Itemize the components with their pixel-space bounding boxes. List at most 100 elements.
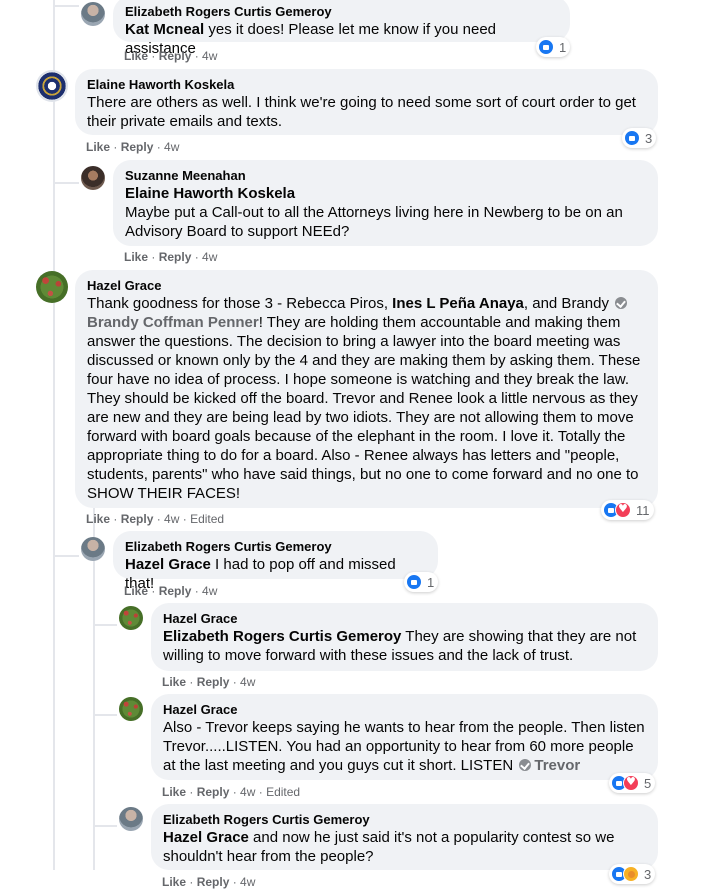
comment-text-body: Maybe put a Call-out to all the Attorney… <box>125 204 623 240</box>
love-reaction-icon <box>615 502 631 518</box>
like-action[interactable]: Like <box>124 250 148 264</box>
comment-bubble: Elizabeth Rogers Curtis Gemeroy Hazel Gr… <box>151 804 658 870</box>
thread-line <box>53 0 55 870</box>
thread-connector <box>53 5 79 7</box>
comment-author[interactable]: Elizabeth Rogers Curtis Gemeroy <box>125 4 558 20</box>
comment-timestamp[interactable]: 4w <box>240 875 255 889</box>
comment-timestamp[interactable]: 4w <box>240 675 255 689</box>
reply-action[interactable]: Reply <box>197 875 230 889</box>
comment-actions: Like · Reply · 4w <box>124 250 218 264</box>
thread-connector <box>93 624 117 626</box>
like-reaction-icon <box>538 39 554 55</box>
avatar[interactable] <box>81 166 105 190</box>
like-action[interactable]: Like <box>162 875 186 889</box>
like-action[interactable]: Like <box>124 584 148 598</box>
mention-link[interactable]: Brandy Coffman Penner <box>87 314 259 331</box>
avatar[interactable] <box>81 2 105 26</box>
like-action[interactable]: Like <box>162 785 186 799</box>
avatar[interactable] <box>81 537 105 561</box>
comment-author[interactable]: Elizabeth Rogers Curtis Gemeroy <box>125 539 426 555</box>
reaction-count: 11 <box>636 502 650 518</box>
reply-action[interactable]: Reply <box>121 140 154 154</box>
comment-text: Also - Trevor keeps saying he wants to h… <box>163 718 646 775</box>
love-reaction-icon <box>623 775 639 791</box>
comment-text: Elizabeth Rogers Curtis Gemeroy They are… <box>163 627 646 665</box>
avatar[interactable] <box>119 807 143 831</box>
reply-action[interactable]: Reply <box>197 675 230 689</box>
comment-bubble: Hazel Grace Thank goodness for those 3 -… <box>75 270 658 508</box>
like-reaction-icon <box>624 130 640 146</box>
thread-connector <box>93 714 117 716</box>
reaction-count: 1 <box>559 39 567 55</box>
comment-timestamp[interactable]: 4w <box>202 250 217 264</box>
reply-action[interactable]: Reply <box>197 785 230 799</box>
thread-connector <box>53 182 79 184</box>
reaction-summary[interactable]: 5 <box>609 773 656 793</box>
comment-actions: Like · Reply · 4w <box>162 675 256 689</box>
care-reaction-icon <box>623 866 639 882</box>
like-action[interactable]: Like <box>86 140 110 154</box>
comment-author[interactable]: Hazel Grace <box>87 278 646 294</box>
comment-bubble: Hazel Grace Also - Trevor keeps saying h… <box>151 694 658 780</box>
reaction-summary[interactable]: 3 <box>622 128 657 148</box>
reply-action[interactable]: Reply <box>159 584 192 598</box>
mention-link[interactable]: Hazel Grace <box>163 829 249 846</box>
reply-action[interactable]: Reply <box>159 250 192 264</box>
comment-text: Hazel Grace and now he just said it's no… <box>163 828 646 866</box>
mention-link[interactable]: Hazel Grace <box>125 556 211 573</box>
comment-actions: Like · Reply · 4w <box>86 140 180 154</box>
mention-link[interactable]: Ines L Peña Anaya <box>392 295 524 312</box>
comment-actions: Like · Reply · 4w <box>124 49 218 63</box>
comment-timestamp[interactable]: 4w <box>164 140 179 154</box>
comment-bubble: Suzanne Meenahan Elaine Haworth Koskela M… <box>113 160 658 246</box>
reaction-count: 3 <box>645 130 653 146</box>
edited-label: Edited <box>190 512 225 526</box>
reaction-summary[interactable]: 11 <box>601 500 654 520</box>
avatar[interactable] <box>36 70 68 102</box>
like-action[interactable]: Like <box>124 49 148 63</box>
like-action[interactable]: Like <box>162 675 186 689</box>
comment-text: There are others as well. I think we're … <box>87 94 636 130</box>
profile-badge-icon <box>519 759 532 771</box>
comment-author[interactable]: Hazel Grace <box>163 702 646 718</box>
comment-timestamp[interactable]: 4w <box>202 584 217 598</box>
comment-bubble: Elizabeth Rogers Curtis Gemeroy Hazel Gr… <box>113 531 438 592</box>
comment-actions: Like · Reply · 4w · Edited <box>86 512 225 526</box>
thread-connector <box>93 825 117 827</box>
comment-bubble: Elaine Haworth Koskela There are others … <box>75 69 658 135</box>
comment-bubble: Hazel Grace Elizabeth Rogers Curtis Geme… <box>151 603 658 671</box>
comment-author[interactable]: Elaine Haworth Koskela <box>87 77 646 93</box>
comment-timestamp[interactable]: 4w <box>202 49 217 63</box>
comment-author[interactable]: Hazel Grace <box>163 611 646 627</box>
avatar[interactable] <box>119 606 143 630</box>
avatar[interactable] <box>119 697 143 721</box>
reply-action[interactable]: Reply <box>121 512 154 526</box>
profile-badge-icon <box>615 297 628 309</box>
comment-author[interactable]: Suzanne Meenahan <box>125 168 646 184</box>
reaction-summary[interactable]: 1 <box>404 572 439 592</box>
comment-text: Thank goodness for those 3 - Rebecca Pir… <box>87 295 641 502</box>
reaction-summary[interactable]: 3 <box>609 864 656 884</box>
like-reaction-icon <box>406 574 422 590</box>
comment-actions: Like · Reply · 4w <box>124 584 218 598</box>
mention-link[interactable]: Trevor <box>534 757 580 774</box>
mention-link[interactable]: Kat Mcneal <box>125 21 204 38</box>
edited-label: Edited <box>266 785 301 799</box>
reaction-count: 1 <box>427 574 435 590</box>
comment-timestamp[interactable]: 4w <box>164 512 179 526</box>
avatar[interactable] <box>36 271 68 303</box>
comment-author[interactable]: Elizabeth Rogers Curtis Gemeroy <box>163 812 646 828</box>
mention-link[interactable]: Elaine Haworth Koskela <box>125 185 295 202</box>
comment-bubble: Elizabeth Rogers Curtis Gemeroy Kat Mcne… <box>113 0 570 57</box>
comment-actions: Like · Reply · 4w · Edited <box>162 785 301 799</box>
like-action[interactable]: Like <box>86 512 110 526</box>
thread-connector <box>53 555 79 557</box>
reaction-summary[interactable]: 1 <box>536 37 571 57</box>
reaction-count: 5 <box>644 775 652 791</box>
reply-action[interactable]: Reply <box>159 49 192 63</box>
mention-link[interactable]: Elizabeth Rogers Curtis Gemeroy <box>163 628 401 645</box>
comment-text: Elaine Haworth Koskela Maybe put a Call-o… <box>125 184 646 241</box>
comment-thread: Elizabeth Rogers Curtis Gemeroy Kat Mcne… <box>0 0 721 889</box>
reaction-count: 3 <box>644 866 652 882</box>
comment-timestamp[interactable]: 4w <box>240 785 255 799</box>
